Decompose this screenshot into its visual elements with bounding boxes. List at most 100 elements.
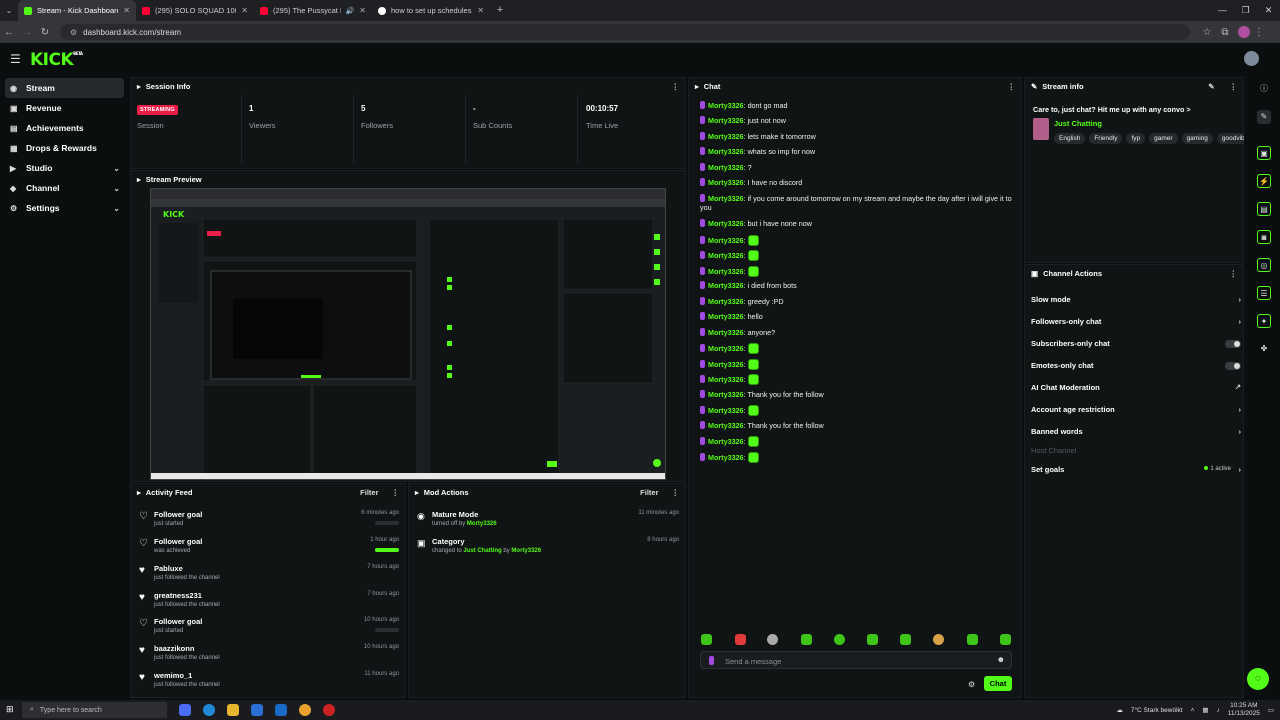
url-field[interactable]: ⚙ dashboard.kick.com/stream (60, 24, 1190, 40)
emote-icon[interactable] (933, 634, 944, 645)
hamburger-menu-icon[interactable]: ☰ (10, 52, 21, 66)
edit-icon[interactable]: ✎ (1257, 110, 1271, 124)
tab-search-icon[interactable]: ⌄ (0, 0, 18, 21)
mod-category-link[interactable]: Just Chatting (463, 548, 501, 554)
followers-only-row[interactable]: Followers-only chat › (1031, 317, 1241, 331)
wrench-icon[interactable]: ✦ (1257, 314, 1271, 328)
tag[interactable]: English (1054, 133, 1086, 144)
app-icon[interactable] (323, 704, 335, 716)
kick-logo[interactable]: KICKBETA (30, 50, 83, 70)
sidebar-item-studio[interactable]: ▶ Studio ⌄ (5, 158, 124, 178)
chat-username[interactable]: Morty3326 (708, 178, 744, 187)
tab-youtube-2[interactable]: (295) The Pussycat Dolls - 🔊 ✕ (254, 0, 372, 21)
reload-icon[interactable]: ↻ (36, 27, 54, 38)
sidebar-item-drops[interactable]: ▦ Drops & Rewards (5, 138, 124, 158)
more-options-icon[interactable]: ⋮ (1230, 269, 1238, 278)
more-options-icon[interactable]: ⋮ (1008, 82, 1016, 91)
outlook-icon[interactable] (275, 704, 287, 716)
account-age-row[interactable]: Account age restriction › (1031, 405, 1241, 419)
chat-bubble-icon[interactable]: ◙ (1257, 230, 1271, 244)
close-tab-icon[interactable]: ✕ (359, 6, 366, 15)
puzzle-icon[interactable]: ✤ (1257, 342, 1271, 356)
subscribers-only-toggle[interactable] (1225, 340, 1241, 348)
chat-username[interactable]: Morty3326 (708, 344, 744, 353)
document-icon[interactable]: ▤ (1257, 202, 1271, 216)
banned-words-row[interactable]: Banned words › (1031, 427, 1241, 441)
chat-username[interactable]: Morty3326 (708, 163, 744, 172)
info-icon[interactable]: ⓘ (1257, 82, 1271, 96)
chat-username[interactable]: Morty3326 (708, 437, 744, 446)
sidebar-item-revenue[interactable]: ▣ Revenue (5, 98, 124, 118)
lightning-icon[interactable]: ⚡ (1257, 174, 1271, 188)
clock[interactable]: 10:25 AM 11/13/2025 (1228, 702, 1260, 718)
back-icon[interactable]: ← (0, 27, 18, 38)
stream-tool-icon[interactable]: ▣ (1257, 146, 1271, 160)
bookmark-star-icon[interactable]: ☆ (1198, 27, 1216, 38)
slow-mode-row[interactable]: Slow mode › (1031, 295, 1241, 309)
sidebar-item-achievements[interactable]: ▤ Achievements (5, 118, 124, 138)
browser-menu-icon[interactable]: ⋮ (1250, 27, 1268, 38)
filter-button[interactable]: Filter (640, 488, 658, 497)
site-info-icon[interactable]: ⚙ (70, 28, 77, 37)
extensions-icon[interactable]: ⧉ (1216, 27, 1234, 38)
stream-preview-video[interactable]: KICK (150, 188, 666, 480)
chat-username[interactable]: Morty3326 (708, 406, 744, 415)
avatar[interactable] (1244, 51, 1259, 66)
chat-username[interactable]: Morty3326 (708, 297, 744, 306)
more-options-icon[interactable]: ⋮ (1230, 82, 1238, 91)
emotes-only-toggle[interactable] (1225, 362, 1241, 370)
chat-username[interactable]: Morty3326 (708, 328, 744, 337)
file-explorer-icon[interactable] (227, 704, 239, 716)
audio-icon[interactable]: 🔊 (346, 7, 355, 15)
emote-icon[interactable] (767, 634, 778, 645)
emote-icon[interactable] (747, 266, 759, 277)
more-options-icon[interactable]: ⋮ (672, 488, 680, 497)
emote-icon[interactable] (900, 634, 911, 645)
profile-icon[interactable] (1238, 26, 1250, 38)
tag[interactable]: Friendly (1089, 133, 1123, 144)
chat-username[interactable]: Morty3326 (708, 236, 744, 245)
volume-icon[interactable]: ♪ (1217, 707, 1220, 714)
chrome-icon[interactable] (299, 704, 311, 716)
network-icon[interactable]: ▦ (1202, 706, 1208, 714)
chat-username[interactable]: Morty3326 (708, 116, 744, 125)
emote-icon[interactable] (747, 235, 759, 246)
tab-youtube-1[interactable]: (295) SOLO SQUAD 100+ Wit ✕ (136, 0, 254, 21)
more-options-icon[interactable]: ⋮ (392, 488, 400, 497)
windows-start-icon[interactable]: ⊞ (6, 704, 14, 715)
chat-username[interactable]: Morty3326 (708, 390, 744, 399)
filter-button[interactable]: Filter (360, 488, 378, 497)
emoji-icon[interactable]: ☻ (997, 655, 1005, 664)
list-icon[interactable]: ☰ (1257, 286, 1271, 300)
tab-google[interactable]: how to set up schedules on Kic ✕ (372, 0, 490, 21)
tag[interactable]: goodvibe (1216, 133, 1244, 144)
emote-icon[interactable] (801, 634, 812, 645)
chat-username[interactable]: Morty3326 (708, 101, 744, 110)
chat-username[interactable]: Morty3326 (708, 132, 744, 141)
edit-icon[interactable]: ✎ (1208, 82, 1214, 91)
chat-username[interactable]: Morty3326 (708, 251, 744, 260)
emote-icon[interactable] (747, 343, 759, 354)
chat-username[interactable]: Morty3326 (708, 147, 744, 156)
emote-icon[interactable] (1000, 634, 1011, 645)
chat-username[interactable]: Morty3326 (708, 281, 744, 290)
chat-username[interactable]: Morty3326 (708, 267, 744, 276)
tag[interactable]: fyp (1126, 133, 1146, 144)
emote-icon[interactable] (747, 359, 759, 370)
sidebar-item-settings[interactable]: ⚙ Settings ⌄ (5, 198, 124, 218)
broadcast-icon[interactable]: ◎ (1257, 258, 1271, 272)
emote-icon[interactable] (967, 634, 978, 645)
chat-username[interactable]: Morty3326 (708, 312, 744, 321)
emote-icon[interactable] (747, 250, 759, 261)
emote-icon[interactable] (867, 634, 878, 645)
mod-user-link[interactable]: Morty3326 (467, 521, 497, 527)
close-tab-icon[interactable]: ✕ (477, 6, 484, 15)
set-goals-row[interactable]: Set goals 1 active › (1031, 465, 1241, 479)
minimize-icon[interactable]: — (1211, 0, 1234, 21)
sidebar-item-stream[interactable]: ◉ Stream (5, 78, 124, 98)
notification-icon[interactable]: ▭ (1268, 706, 1274, 714)
more-options-icon[interactable]: ⋮ (672, 82, 680, 91)
maximize-icon[interactable]: ❐ (1234, 0, 1257, 21)
chat-username[interactable]: Morty3326 (708, 194, 744, 203)
edge-icon[interactable] (203, 704, 215, 716)
